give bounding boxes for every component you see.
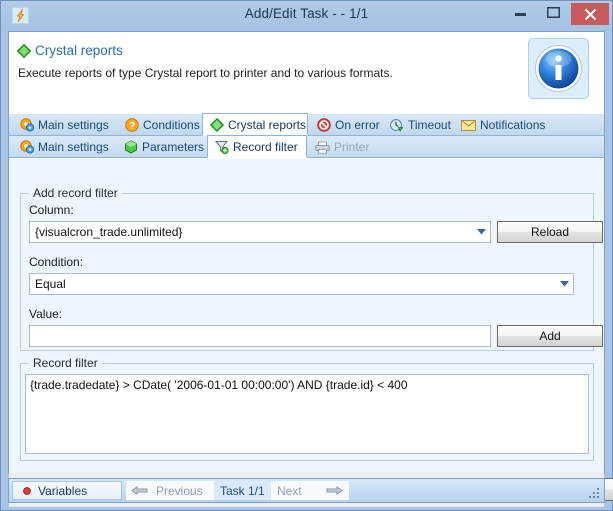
tab-main-settings[interactable]: Main settings xyxy=(13,114,118,136)
dialog-client-area: Crystal reports Execute reports of type … xyxy=(8,31,605,474)
green-diamond-icon xyxy=(17,44,31,58)
subtab-printer[interactable]: Printer xyxy=(309,136,381,158)
tab-conditions[interactable]: ? Conditions xyxy=(118,114,202,136)
window-titlebar: Add/Edit Task - - 1/1 xyxy=(1,1,612,31)
tab-crystal-reports[interactable]: Crystal reports xyxy=(202,113,308,136)
secondary-tab-bar: Main settings Parameters xyxy=(9,136,604,158)
filter-add-icon xyxy=(214,139,229,154)
variables-button[interactable]: Variables xyxy=(12,481,122,500)
subtab-parameters[interactable]: Parameters xyxy=(117,136,207,158)
green-diamond-icon xyxy=(209,117,224,132)
task-header: Crystal reports Execute reports of type … xyxy=(9,32,604,114)
tab-on-error[interactable]: On error xyxy=(310,114,383,136)
printer-icon xyxy=(315,140,330,155)
group-title: Record filter xyxy=(29,356,102,370)
variables-label: Variables xyxy=(38,484,87,498)
tab-label: Notifications xyxy=(480,118,545,132)
timeout-icon xyxy=(389,118,404,133)
envelope-icon xyxy=(461,118,476,133)
minimize-button[interactable] xyxy=(505,1,535,23)
subtab-main-settings[interactable]: Main settings xyxy=(13,136,117,158)
subtab-label: Main settings xyxy=(38,140,109,154)
chevron-down-icon[interactable] xyxy=(556,281,573,287)
value-label: Value: xyxy=(29,307,62,321)
add-edit-task-window: Add/Edit Task - - 1/1 Crystal repo xyxy=(0,0,613,511)
question-icon: ? xyxy=(124,118,139,133)
record-filter-panel: Add record filter Column: {visualcron_tr… xyxy=(9,158,604,473)
gear-icon xyxy=(19,118,34,133)
condition-label: Condition: xyxy=(29,255,83,269)
page-title: Crystal reports xyxy=(35,43,123,58)
page-description: Execute reports of type Crystal report t… xyxy=(18,66,393,80)
subtab-record-filter[interactable]: Record filter xyxy=(207,135,307,158)
tab-label: Conditions xyxy=(143,118,200,132)
column-label: Column: xyxy=(29,203,74,217)
subtab-label: Printer xyxy=(334,140,369,154)
close-button[interactable] xyxy=(571,3,609,25)
condition-value: Equal xyxy=(30,277,556,291)
tab-notifications[interactable]: Notifications xyxy=(455,114,555,136)
tab-label: On error xyxy=(335,118,380,132)
previous-button[interactable]: Previous xyxy=(152,481,214,500)
add-button[interactable]: Add xyxy=(497,325,603,347)
arrow-left-icon[interactable] xyxy=(126,481,152,500)
information-icon xyxy=(528,38,589,99)
subtab-label: Record filter xyxy=(233,140,298,154)
primary-tab-bar: Main settings ? Conditions xyxy=(9,114,604,136)
subtab-label: Parameters xyxy=(142,140,204,154)
chevron-down-icon[interactable] xyxy=(473,229,490,235)
task-indicator[interactable]: Task 1/1 xyxy=(214,481,271,500)
status-bar: Variables Previous Task 1/1 Next xyxy=(8,478,605,503)
tab-label: Main settings xyxy=(38,118,109,132)
error-icon xyxy=(316,118,331,133)
svg-text:?: ? xyxy=(128,121,134,132)
column-combobox[interactable]: {visualcron_trade.unlimited} xyxy=(29,221,491,243)
tab-label: Crystal reports xyxy=(228,118,306,132)
next-button[interactable]: Next xyxy=(271,481,319,500)
condition-combobox[interactable]: Equal xyxy=(29,273,574,295)
resize-grip-icon[interactable] xyxy=(589,488,600,499)
arrow-right-icon[interactable] xyxy=(319,481,349,500)
tab-label: Timeout xyxy=(408,118,451,132)
green-cube-icon xyxy=(123,140,138,155)
record-filter-expression[interactable]: {trade.tradedate} > CDate( '2006-01-01 0… xyxy=(25,374,589,454)
value-input[interactable] xyxy=(29,325,491,347)
column-value: {visualcron_trade.unlimited} xyxy=(30,225,473,239)
tab-timeout[interactable]: Timeout xyxy=(383,114,455,136)
gear-icon xyxy=(19,140,34,155)
reload-button[interactable]: Reload xyxy=(497,221,603,243)
maximize-button[interactable] xyxy=(538,1,568,23)
group-title: Add record filter xyxy=(29,186,122,200)
red-dot-icon xyxy=(20,484,34,498)
